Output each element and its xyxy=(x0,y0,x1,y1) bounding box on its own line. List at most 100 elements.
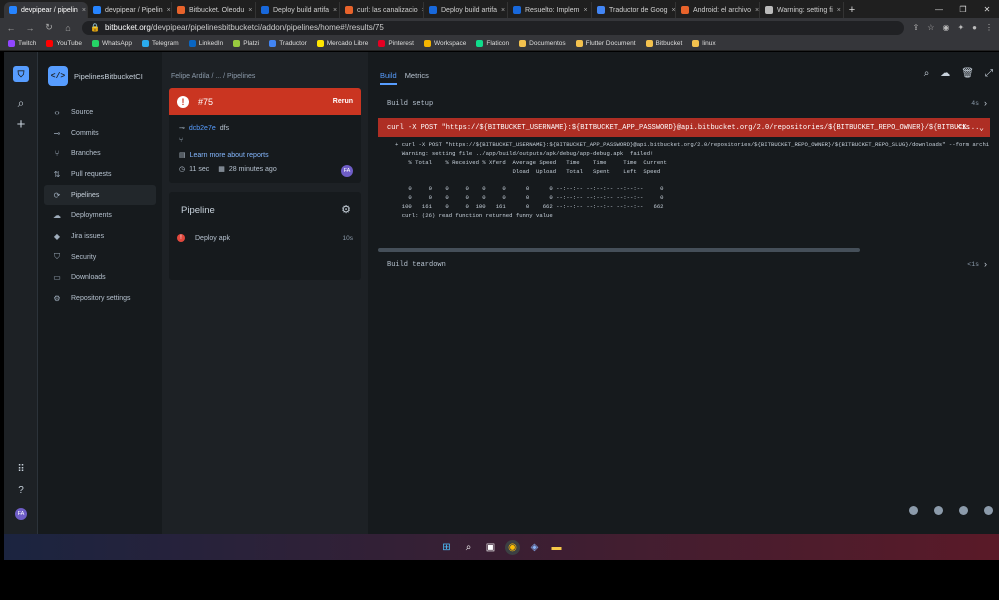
breadcrumb[interactable]: Felipe Ardila / ... / Pipelines xyxy=(171,73,255,80)
bookmark-item[interactable]: Telegram xyxy=(141,40,179,47)
account-avatar[interactable]: FA xyxy=(15,508,27,520)
tab-metrics[interactable]: Metrics xyxy=(405,71,429,85)
forward-icon[interactable]: → xyxy=(25,23,35,33)
back-icon[interactable]: ← xyxy=(6,23,16,33)
star-icon[interactable]: ☆ xyxy=(927,23,934,32)
close-tab-icon[interactable]: × xyxy=(672,7,676,14)
browser-tab[interactable]: devpipear / Pipelin × xyxy=(88,2,172,18)
notify-icon[interactable] xyxy=(984,506,993,515)
sidebar-item-pull-requests[interactable]: ⇅ Pull requests xyxy=(44,164,156,185)
browser-tab[interactable]: Deploy build artifa × xyxy=(256,2,340,18)
bookmark-item[interactable]: Twitch xyxy=(8,40,36,47)
log-line: 0 0 0 0 0 0 0 0 --:--:-- --:--:-- --:--:… xyxy=(395,185,664,193)
menu-icon[interactable]: ⋮ xyxy=(985,23,993,32)
sidebar-item-branches[interactable]: ⑂ Branches xyxy=(44,143,156,164)
close-tab-icon[interactable]: × xyxy=(501,7,505,14)
failed-command-row[interactable]: curl -X POST "https://${BITBUCKET_USERNA… xyxy=(378,118,990,137)
browser-tab[interactable]: devpipear / pipelin × xyxy=(4,2,88,18)
build-teardown-section[interactable]: Build teardown xyxy=(387,261,446,269)
sidebar-item-downloads[interactable]: ▭ Downloads xyxy=(44,268,156,289)
bookmark-item[interactable]: Traductor xyxy=(269,40,307,47)
repo-header[interactable]: </> PipelinesBitbucketCI xyxy=(48,66,143,86)
search-icon[interactable]: ⌕ xyxy=(4,96,38,111)
close-tab-icon[interactable]: × xyxy=(333,7,337,14)
sidebar-item-repository-settings[interactable]: ⚙ Repository settings xyxy=(44,288,156,309)
new-tab-button[interactable]: + xyxy=(844,2,860,18)
file-explorer-icon[interactable]: ▬ xyxy=(549,540,564,555)
create-icon[interactable]: + xyxy=(4,116,38,133)
info-icon[interactable] xyxy=(934,506,943,515)
browser-tab[interactable]: Bitbucket. Oleodu × xyxy=(172,2,256,18)
app-icon[interactable]: ◈ xyxy=(527,540,542,555)
horizontal-scrollbar[interactable] xyxy=(378,248,860,252)
bitbucket-logo-icon[interactable]: ⛉ xyxy=(13,66,29,82)
app-switcher-icon[interactable]: ⠿ xyxy=(4,464,38,475)
browser-tab[interactable]: curl: las canalizacio× xyxy=(340,2,424,18)
expand-icon[interactable]: ⤢ xyxy=(985,68,993,79)
chevron-down-icon[interactable]: ⌄ xyxy=(979,123,984,133)
build-setup-section[interactable]: Build setup xyxy=(387,100,433,108)
browser-tab[interactable]: Android: el archivo × xyxy=(676,2,760,18)
sidebar-item-source[interactable]: ‹› Source xyxy=(44,102,156,123)
sidebar-item-pipelines[interactable]: ⟳ Pipelines xyxy=(44,184,156,206)
bookmark-item[interactable]: Workspace xyxy=(423,40,466,47)
close-window-icon[interactable]: ✕ xyxy=(975,0,999,18)
task-view-icon[interactable]: ▣ xyxy=(483,540,498,555)
close-tab-icon[interactable]: × xyxy=(248,7,252,14)
log-line: % Total % Received % Xferd Average Speed… xyxy=(395,158,667,166)
feedback-icon[interactable] xyxy=(909,506,918,515)
sidebar-item-commits[interactable]: ⊸ Commits xyxy=(44,123,156,144)
browser-tab[interactable]: Deploy build artifa × xyxy=(424,2,508,18)
bookmark-item[interactable]: Bitbucket xyxy=(645,40,682,47)
search-log-icon[interactable]: ⌕ xyxy=(924,68,930,79)
windows-start-icon[interactable]: ⊞ xyxy=(439,540,454,555)
pipeline-step[interactable]: ! Deploy apk 10s xyxy=(177,229,353,247)
chevron-right-icon[interactable]: › xyxy=(984,98,987,108)
url-field[interactable]: 🔒 bitbucket.org/devpipear/pipelinesbitbu… xyxy=(82,20,904,35)
close-tab-icon[interactable]: × xyxy=(755,7,759,14)
pipelines-icon: ⟳ xyxy=(53,190,61,200)
pipeline-settings-gear-icon[interactable]: ⚙ xyxy=(341,203,351,216)
browser-tab[interactable]: Traductor de Goog × xyxy=(592,2,676,18)
edit-icon[interactable] xyxy=(959,506,968,515)
home-icon[interactable]: ⌂ xyxy=(63,23,73,33)
bookmark-item[interactable]: Pinterest xyxy=(378,40,414,47)
bookmark-item[interactable]: LinkedIn xyxy=(188,40,223,47)
share-icon[interactable]: ⇪ xyxy=(913,23,920,32)
delete-icon[interactable]: 🗑 xyxy=(961,68,974,79)
minimize-icon[interactable]: — xyxy=(927,0,951,18)
sidebar-item-security[interactable]: ⛉ Security xyxy=(44,247,156,268)
sidebar-item-deployments[interactable]: ☁ Deployments xyxy=(44,205,156,226)
browser-tab[interactable]: Resuelto: Implem × xyxy=(508,2,592,18)
close-tab-icon[interactable]: × xyxy=(167,7,171,14)
commit-hash-link[interactable]: dcb2e7e xyxy=(189,125,216,132)
bookmark-item[interactable]: Documentos xyxy=(519,40,566,47)
bookmark-item[interactable]: Flaticon xyxy=(476,40,509,47)
download-log-icon[interactable]: ☁ xyxy=(940,68,950,79)
bookmark-item[interactable]: Mercado Libre xyxy=(316,40,368,47)
bookmark-item[interactable]: Flutter Document xyxy=(575,40,636,47)
bookmark-item[interactable]: WhatsApp xyxy=(91,40,132,47)
close-tab-icon[interactable]: × xyxy=(583,7,587,14)
maximize-icon[interactable]: ❐ xyxy=(951,0,975,18)
tab-build[interactable]: Build xyxy=(380,71,397,85)
author-avatar[interactable]: FA xyxy=(341,165,353,177)
bookmark-label: Flaticon xyxy=(486,40,510,47)
taskbar-search-icon[interactable]: ⌕ xyxy=(461,540,476,555)
browser-tab[interactable]: Warning: setting fi × xyxy=(760,2,844,18)
profile-icon[interactable]: ● xyxy=(972,23,977,32)
extensions-icon[interactable]: ✦ xyxy=(957,23,964,32)
chrome-icon[interactable]: ◉ xyxy=(505,539,520,555)
help-icon[interactable]: ? xyxy=(4,485,38,496)
rerun-button[interactable]: Rerun xyxy=(333,98,353,105)
close-tab-icon[interactable]: × xyxy=(82,7,86,14)
learn-reports-link[interactable]: Learn more about reports xyxy=(190,152,269,159)
chevron-right-icon[interactable]: › xyxy=(984,259,987,269)
bookmark-item[interactable]: linux xyxy=(692,40,716,47)
reload-icon[interactable]: ↻ xyxy=(44,22,54,33)
bookmark-item[interactable]: Platzi xyxy=(233,40,259,47)
sidebar-item-jira-issues[interactable]: ◆ Jira issues xyxy=(44,226,156,247)
close-tab-icon[interactable]: × xyxy=(837,7,841,14)
bookmark-item[interactable]: YouTube xyxy=(46,40,82,47)
incognito-icon[interactable]: ◉ xyxy=(942,23,949,32)
